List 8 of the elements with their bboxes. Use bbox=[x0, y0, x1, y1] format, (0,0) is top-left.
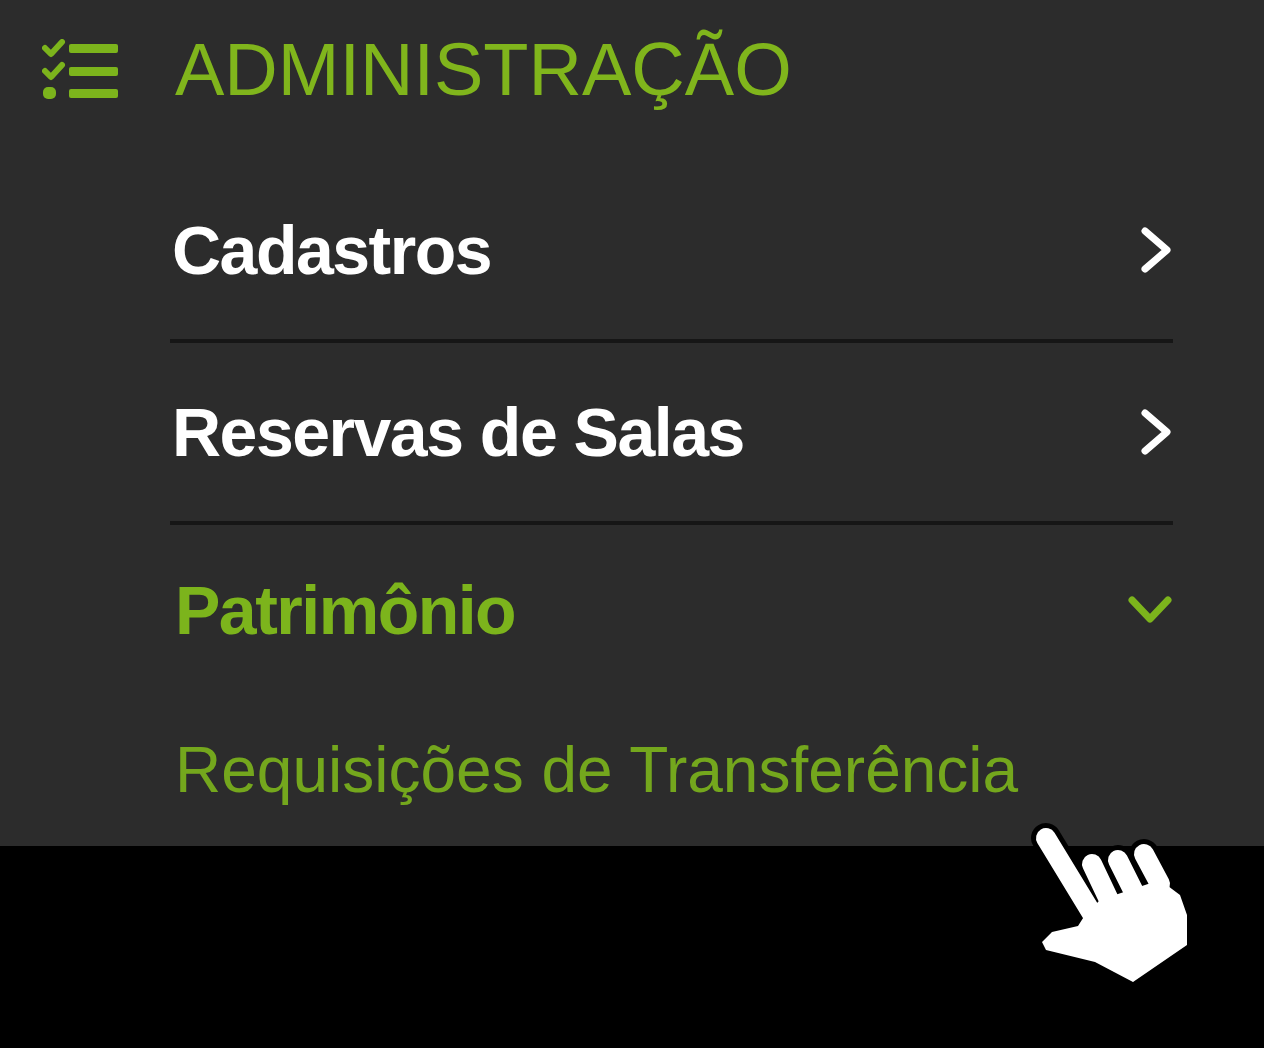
submenu-link[interactable]: Requisições de Transferência bbox=[170, 695, 1019, 845]
checklist-icon bbox=[42, 39, 118, 101]
menu-item[interactable]: Cadastros bbox=[170, 161, 1173, 339]
chevron-down-icon bbox=[1127, 595, 1173, 625]
menu-item[interactable]: Reservas de Salas bbox=[170, 343, 1173, 521]
chevron-right-icon bbox=[1139, 226, 1173, 274]
menu-item[interactable]: Patrimônio bbox=[170, 525, 1173, 695]
chevron-right-icon bbox=[1139, 408, 1173, 456]
